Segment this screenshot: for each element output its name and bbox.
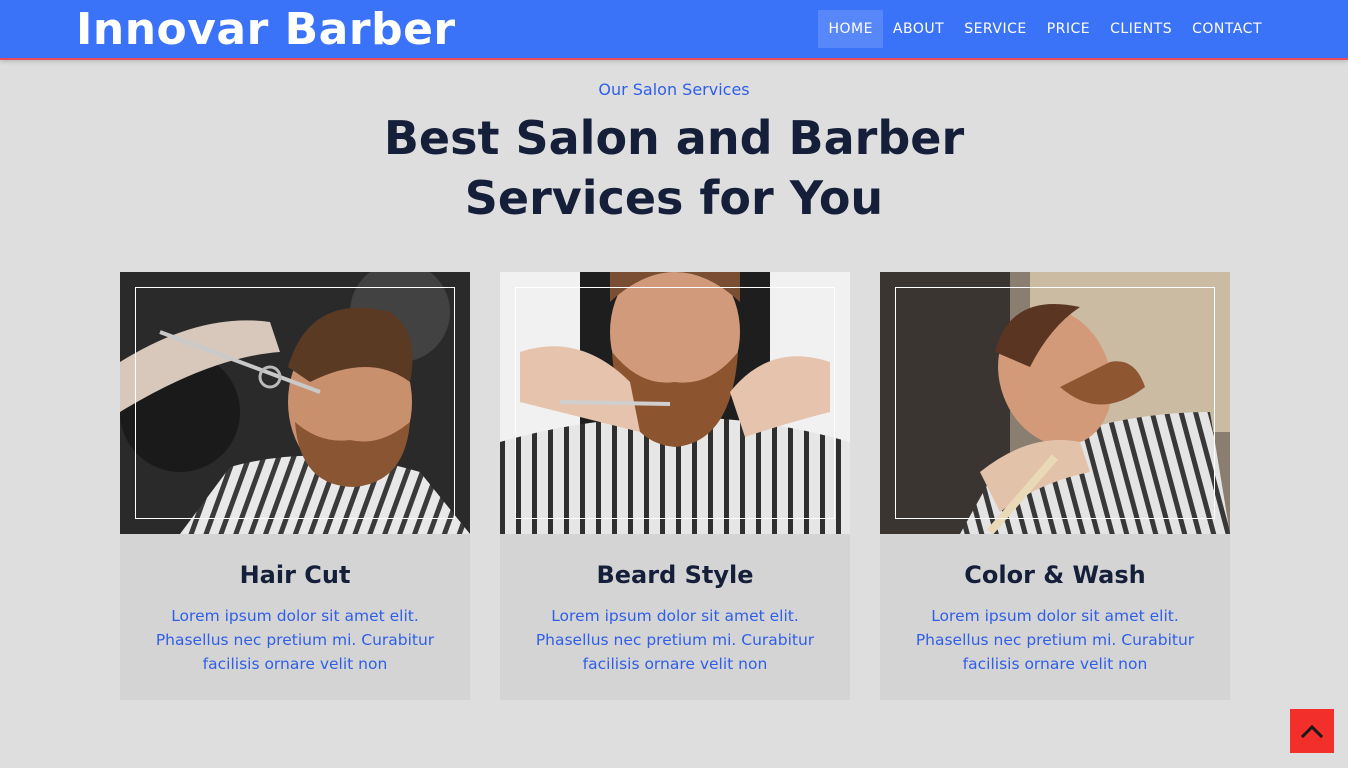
color-wash-photo bbox=[880, 272, 1230, 534]
service-card-hair-cut: Hair Cut Lorem ipsum dolor sit amet elit… bbox=[120, 272, 470, 700]
section-eyebrow: Our Salon Services bbox=[598, 80, 750, 99]
navbar: Innovar Barber HOME ABOUT SERVICE PRICE … bbox=[0, 0, 1348, 60]
nav-about-link[interactable]: ABOUT bbox=[883, 10, 954, 48]
hair-cut-photo bbox=[120, 272, 470, 534]
chevron-up-icon bbox=[1301, 724, 1323, 738]
nav-contact-link[interactable]: CONTACT bbox=[1182, 10, 1272, 48]
service-card-color-wash: Color & Wash Lorem ipsum dolor sit amet … bbox=[880, 272, 1230, 700]
section-title: Best Salon and Barber Services for You bbox=[383, 111, 965, 225]
nav-service-link[interactable]: SERVICE bbox=[954, 10, 1037, 48]
image-frame bbox=[515, 287, 835, 519]
beard-style-photo bbox=[500, 272, 850, 534]
main-nav: HOME ABOUT SERVICE PRICE CLIENTS CONTACT bbox=[818, 10, 1272, 48]
image-frame bbox=[895, 287, 1215, 519]
service-card-beard-style: Beard Style Lorem ipsum dolor sit amet e… bbox=[500, 272, 850, 700]
nav-home-link[interactable]: HOME bbox=[818, 10, 883, 48]
service-title: Color & Wash bbox=[964, 561, 1146, 589]
brand-logo-text[interactable]: Innovar Barber bbox=[76, 4, 456, 56]
service-title: Beard Style bbox=[596, 561, 754, 589]
back-to-top-button[interactable] bbox=[1290, 709, 1334, 753]
service-title: Hair Cut bbox=[239, 561, 351, 589]
service-description: Lorem ipsum dolor sit amet elit. Phasell… bbox=[535, 607, 815, 673]
service-description: Lorem ipsum dolor sit amet elit. Phasell… bbox=[915, 607, 1195, 673]
service-description: Lorem ipsum dolor sit amet elit. Phasell… bbox=[155, 607, 435, 673]
nav-price-link[interactable]: PRICE bbox=[1037, 10, 1100, 48]
image-frame bbox=[135, 287, 455, 519]
nav-clients-link[interactable]: CLIENTS bbox=[1100, 10, 1182, 48]
